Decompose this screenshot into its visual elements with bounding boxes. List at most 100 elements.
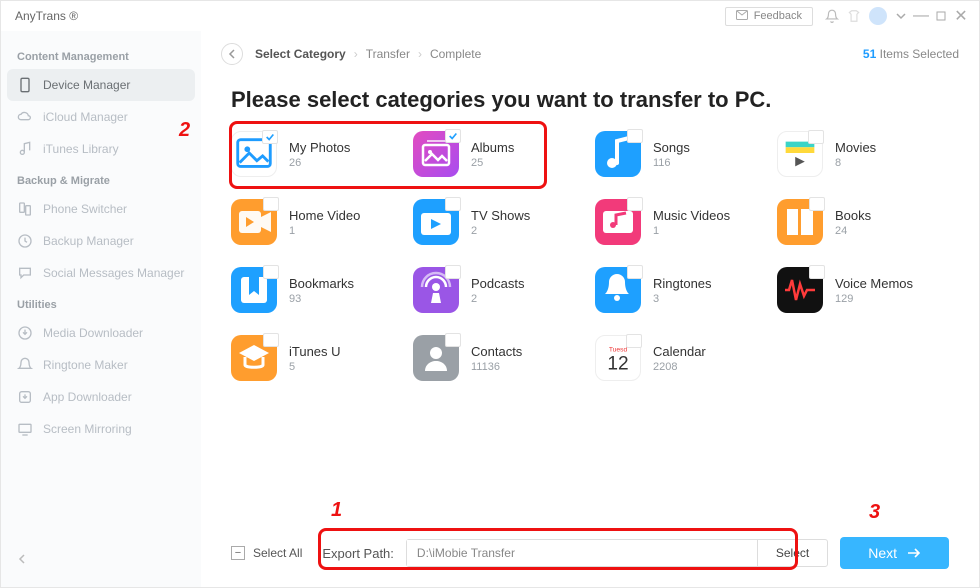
- crumb-2[interactable]: Transfer: [366, 47, 410, 61]
- close-button[interactable]: ✕: [951, 6, 971, 26]
- category-count: 11136: [471, 361, 522, 373]
- checkbox[interactable]: [263, 197, 279, 211]
- back-button[interactable]: [221, 43, 243, 65]
- category-count: 116: [653, 157, 690, 169]
- songs-icon: [595, 131, 641, 177]
- checkbox[interactable]: [626, 334, 642, 348]
- download-icon: [17, 325, 33, 341]
- contacts-icon: [413, 335, 459, 381]
- sidebar-item-phone-switcher[interactable]: Phone Switcher: [7, 193, 195, 225]
- category-label: Home Video: [289, 208, 360, 223]
- sidebar-section-label: Utilities: [17, 299, 185, 311]
- export-path-input[interactable]: [407, 540, 757, 566]
- category-calendar[interactable]: Tuesd12Calendar2208: [595, 335, 767, 381]
- minus-icon: −: [231, 546, 245, 560]
- maximize-button[interactable]: [931, 6, 951, 26]
- feedback-label: Feedback: [754, 10, 802, 22]
- svg-text:12: 12: [607, 353, 628, 374]
- category-albums[interactable]: Albums25: [413, 131, 585, 177]
- collapse-sidebar-button[interactable]: [7, 543, 195, 577]
- books-icon: [777, 199, 823, 245]
- avatar[interactable]: [869, 7, 887, 25]
- dropdown-icon[interactable]: [891, 6, 911, 26]
- category-ringtones[interactable]: Ringtones3: [595, 267, 767, 313]
- category-label: Contacts: [471, 344, 522, 359]
- checkbox[interactable]: [445, 265, 461, 279]
- category-count: 93: [289, 293, 354, 305]
- checkbox[interactable]: [809, 197, 825, 211]
- category-home-video[interactable]: Home Video1: [231, 199, 403, 245]
- sidebar-item-media-downloader[interactable]: Media Downloader: [7, 317, 195, 349]
- footer: − Select All Export Path: Select Next: [201, 523, 979, 587]
- sidebar-item-device-manager[interactable]: Device Manager: [7, 69, 195, 101]
- swap-icon: [17, 201, 33, 217]
- checkbox[interactable]: [263, 333, 279, 347]
- select-path-button[interactable]: Select: [757, 540, 827, 566]
- checkbox[interactable]: [262, 130, 278, 144]
- sidebar-item-label: Media Downloader: [43, 326, 143, 340]
- checkbox[interactable]: [445, 197, 461, 211]
- category-label: Albums: [471, 140, 514, 155]
- sidebar-item-label: iCloud Manager: [43, 110, 128, 124]
- sidebar-item-social-messages[interactable]: Social Messages Manager: [7, 257, 195, 289]
- category-label: My Photos: [289, 140, 350, 155]
- bookmarks-icon: [231, 267, 277, 313]
- checkbox[interactable]: [627, 197, 643, 211]
- sidebar-item-screen-mirroring[interactable]: Screen Mirroring: [7, 413, 195, 445]
- feedback-button[interactable]: Feedback: [725, 7, 813, 26]
- category-music-videos[interactable]: Music Videos1: [595, 199, 767, 245]
- checkbox[interactable]: [263, 265, 279, 279]
- checkbox[interactable]: [445, 129, 461, 143]
- sidebar-item-label: iTunes Library: [43, 142, 119, 156]
- sidebar-section-label: Backup & Migrate: [17, 175, 185, 187]
- bell-icon: [17, 357, 33, 373]
- checkbox[interactable]: [808, 130, 824, 144]
- itunesu-icon: [231, 335, 277, 381]
- breadcrumb: Select Category › Transfer › Complete 51…: [201, 31, 979, 73]
- sidebar-item-label: Device Manager: [43, 78, 130, 92]
- sidebar-item-icloud-manager[interactable]: iCloud Manager: [7, 101, 195, 133]
- chat-icon: [17, 265, 33, 281]
- sidebar-item-label: Social Messages Manager: [43, 266, 184, 280]
- cloud-icon: [17, 109, 33, 125]
- select-all-label: Select All: [253, 546, 302, 560]
- annotation-1: 1: [331, 499, 342, 522]
- checkbox[interactable]: [627, 265, 643, 279]
- sidebar: Content ManagementDevice ManageriCloud M…: [1, 31, 201, 587]
- app-name: AnyTrans ®: [15, 9, 78, 23]
- ringtones-icon: [595, 267, 641, 313]
- category-books[interactable]: Books24: [777, 199, 949, 245]
- calendar-icon: Tuesd12: [595, 335, 641, 381]
- shirt-icon[interactable]: [843, 5, 865, 27]
- history-icon: [17, 233, 33, 249]
- bell-icon[interactable]: [821, 5, 843, 27]
- checkbox[interactable]: [809, 265, 825, 279]
- category-songs[interactable]: Songs116: [595, 131, 767, 177]
- category-label: Bookmarks: [289, 276, 354, 291]
- category-label: Podcasts: [471, 276, 524, 291]
- sidebar-item-backup-manager[interactable]: Backup Manager: [7, 225, 195, 257]
- category-itunes-u[interactable]: iTunes U5: [231, 335, 403, 381]
- category-label: Ringtones: [653, 276, 712, 291]
- mail-icon: [736, 10, 748, 23]
- tv-icon: [413, 199, 459, 245]
- crumb-3[interactable]: Complete: [430, 47, 481, 61]
- category-voice-memos[interactable]: Voice Memos129: [777, 267, 949, 313]
- next-button[interactable]: Next: [840, 537, 949, 569]
- category-bookmarks[interactable]: Bookmarks 93: [231, 267, 403, 313]
- checkbox[interactable]: [627, 129, 643, 143]
- category-podcasts[interactable]: Podcasts2: [413, 267, 585, 313]
- sidebar-item-app-downloader[interactable]: App Downloader: [7, 381, 195, 413]
- sidebar-item-label: Backup Manager: [43, 234, 134, 248]
- category-contacts[interactable]: Contacts 11136: [413, 335, 585, 381]
- sidebar-item-ringtone-maker[interactable]: Ringtone Maker: [7, 349, 195, 381]
- select-all-checkbox[interactable]: − Select All: [231, 546, 302, 560]
- category-label: iTunes U: [289, 344, 341, 359]
- category-tv-shows[interactable]: TV Shows2: [413, 199, 585, 245]
- sidebar-item-itunes-library[interactable]: iTunes Library: [7, 133, 195, 165]
- minimize-button[interactable]: —: [911, 6, 931, 26]
- category-movies[interactable]: Movies8: [777, 131, 949, 177]
- crumb-1[interactable]: Select Category: [255, 47, 346, 61]
- checkbox[interactable]: [445, 333, 461, 347]
- category-my-photos[interactable]: My Photos26: [231, 131, 403, 177]
